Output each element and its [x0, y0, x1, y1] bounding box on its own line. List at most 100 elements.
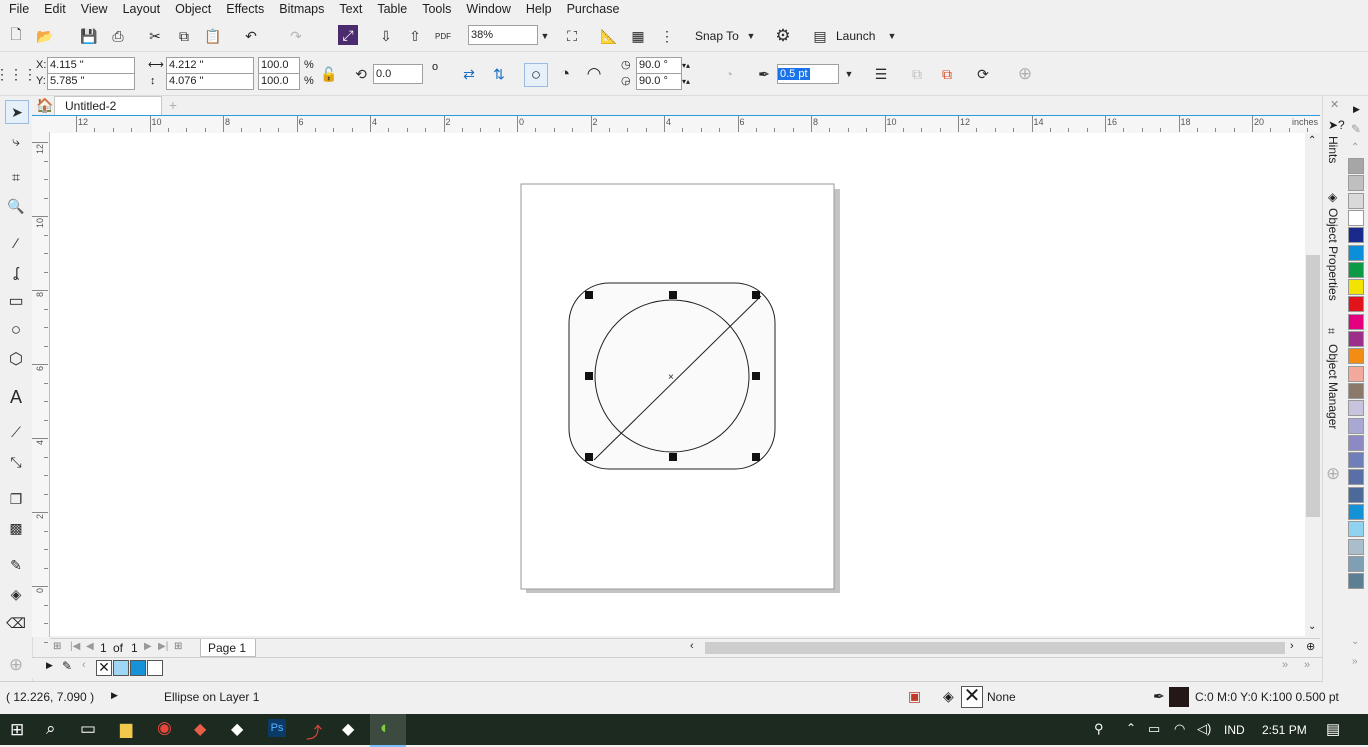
arc-mode-icon[interactable]: ◠ — [583, 63, 605, 85]
add-page-before-icon[interactable]: ⊞ — [53, 641, 61, 652]
file-explorer-icon[interactable]: ▆ — [120, 719, 132, 739]
publish-pdf-icon[interactable]: PDF — [432, 25, 454, 47]
save-icon[interactable]: 💾 — [78, 25, 100, 47]
palette-scroll-left-icon[interactable]: ‹ — [82, 659, 86, 671]
width-field[interactable]: 4.212 " — [166, 57, 254, 74]
crop-tool-icon[interactable]: ⌗ — [5, 166, 27, 188]
redo-icon[interactable]: ↷ — [285, 25, 307, 47]
tab-object-properties[interactable]: Object Properties — [1326, 208, 1340, 301]
new-document-icon[interactable]: 🗋 — [5, 25, 27, 47]
fill-none-swatch[interactable]: ✕ — [961, 686, 983, 708]
search-content-icon[interactable]: ⤢ — [338, 25, 358, 45]
acrobat-icon[interactable]: ⤴ — [306, 719, 322, 743]
clock[interactable]: 2:51 PM — [1262, 723, 1307, 737]
ruler-origin[interactable] — [32, 115, 50, 133]
palette-swatch[interactable] — [1348, 469, 1364, 486]
first-page-icon[interactable]: |◀ — [70, 641, 80, 652]
outline-pen-status-icon[interactable]: ✒ — [1153, 688, 1165, 705]
palette-eyedropper-icon[interactable]: ✎ — [62, 659, 72, 673]
ellipse-tool-icon[interactable]: ○ — [5, 319, 27, 341]
palette-menu-icon[interactable]: ▶ — [46, 660, 53, 671]
docker-close-icon[interactable]: ✕ — [1330, 98, 1339, 111]
document-palette-swatch[interactable] — [113, 660, 129, 676]
page-tab[interactable]: Page 1 — [200, 639, 256, 657]
palette-swatch[interactable] — [1348, 573, 1364, 590]
options-gear-icon[interactable]: ⚙ — [772, 25, 794, 47]
print-icon[interactable]: ⎙ — [107, 25, 129, 47]
horizontal-ruler[interactable]: inches 12 10 8 6 4 2 0 2 4 6 8 10 12 14 16 18 20 — [50, 115, 1320, 134]
next-page-icon[interactable]: ▶ — [144, 641, 152, 652]
parallel-dimension-tool-icon[interactable]: ⟋ — [5, 421, 27, 443]
pick-tool-icon[interactable]: ➤ — [5, 100, 29, 124]
palette-swatch[interactable] — [1348, 279, 1364, 296]
document-palette-swatch[interactable] — [147, 660, 163, 676]
palette-eyedropper-icon[interactable]: ✎ — [1351, 122, 1361, 136]
task-view-icon[interactable]: ▭ — [80, 719, 96, 739]
menu-view[interactable]: View — [72, 0, 114, 19]
to-back-icon[interactable]: ⧉ — [936, 63, 958, 85]
drawing-canvas[interactable]: × — [50, 133, 1305, 636]
add-page-after-icon[interactable]: ⊞ — [174, 641, 182, 652]
snap-to-button[interactable]: Snap To — [695, 29, 739, 44]
undo-icon[interactable]: ↶ — [240, 25, 262, 47]
convert-to-curves-icon[interactable]: ⟳ — [972, 63, 994, 85]
palette-swatch[interactable] — [1348, 244, 1364, 261]
snap-to-dropdown-icon[interactable]: ▼ — [740, 25, 762, 47]
action-center-icon[interactable]: ▤ — [1326, 720, 1340, 738]
mirror-vertical-icon[interactable]: ⇅ — [488, 63, 510, 85]
no-color-swatch[interactable]: ✕ — [96, 660, 112, 676]
cut-icon[interactable]: ✂ — [144, 25, 166, 47]
palette-swatch[interactable] — [1348, 227, 1364, 244]
outline-width-field[interactable]: 0.5 pt — [777, 64, 839, 84]
document-tab[interactable]: Untitled-2 — [54, 96, 162, 115]
application-launcher-icon[interactable]: ▤ — [809, 25, 831, 47]
palette-swatch[interactable] — [1348, 486, 1364, 503]
show-rulers-icon[interactable]: 📐 — [598, 25, 620, 47]
x-position-field[interactable]: 4.115 " — [47, 57, 135, 74]
palette-swatch[interactable] — [1348, 158, 1364, 174]
photoshop-icon[interactable]: Ps — [268, 719, 286, 737]
palette-scroll-right-icon[interactable]: » — [1282, 659, 1288, 671]
import-icon[interactable]: ⇩ — [375, 25, 397, 47]
scale-height-field[interactable]: 100.0 — [258, 73, 300, 90]
text-tool-icon[interactable]: A — [5, 386, 27, 408]
horizontal-scroll-thumb[interactable] — [705, 642, 1285, 654]
connector-tool-icon[interactable]: ⤡ — [5, 451, 27, 473]
pie-mode-icon[interactable]: ◔ — [554, 63, 576, 85]
palette-swatch[interactable] — [1348, 296, 1364, 313]
tab-hints[interactable]: Hints — [1326, 136, 1340, 163]
copy-icon[interactable]: ⧉ — [173, 25, 195, 47]
people-icon[interactable]: ⚲ — [1094, 721, 1104, 737]
menu-layout[interactable]: Layout — [114, 0, 167, 19]
scroll-up-icon[interactable]: ⌃ — [1308, 135, 1316, 146]
show-grid-icon[interactable]: ▦ — [627, 25, 649, 47]
welcome-home-icon[interactable]: 🏠 — [34, 94, 56, 116]
add-docker-icon[interactable]: ⊕ — [1326, 464, 1340, 484]
full-screen-icon[interactable]: ⛶ — [561, 25, 583, 47]
taskbar-app-icon[interactable]: ◆ — [194, 719, 206, 739]
start-angle-field[interactable]: 90.0 ° — [636, 57, 682, 74]
scroll-right-icon[interactable]: › — [1290, 640, 1294, 652]
freehand-tool-icon[interactable]: ∕ — [5, 232, 27, 254]
reference-point-icon[interactable]: ⋮⋮⋮ — [0, 63, 37, 85]
launch-button[interactable]: Launch — [836, 29, 875, 44]
coreldraw-taskbar-button[interactable]: ◐ — [370, 714, 406, 747]
interactive-fill-tool-icon[interactable]: ◈ — [5, 583, 27, 605]
smart-fill-tool-icon[interactable]: ⌫ — [5, 612, 27, 634]
zoom-dropdown-icon[interactable]: ▼ — [537, 25, 553, 47]
palette-swatch[interactable] — [1348, 382, 1364, 399]
to-front-icon[interactable]: ⧉ — [906, 63, 928, 85]
rotation-field[interactable]: 0.0 — [373, 64, 423, 84]
palette-swatch[interactable] — [1348, 434, 1364, 451]
menu-object[interactable]: Object — [166, 0, 217, 19]
ellipse-mode-icon[interactable]: ○ — [524, 63, 548, 87]
palette-swatch[interactable] — [1348, 521, 1364, 538]
menu-table[interactable]: Table — [368, 0, 413, 19]
y-position-field[interactable]: 5.785 " — [47, 73, 135, 90]
rectangle-tool-icon[interactable]: ▭ — [5, 290, 27, 312]
wrap-text-icon[interactable]: ☰ — [870, 63, 892, 85]
palette-swatch[interactable] — [1348, 365, 1364, 382]
end-angle-spinner-icon[interactable]: ▾▴ — [682, 74, 690, 89]
menu-help[interactable]: Help — [517, 0, 558, 19]
add-tool-icon[interactable]: ⊕ — [5, 654, 27, 676]
